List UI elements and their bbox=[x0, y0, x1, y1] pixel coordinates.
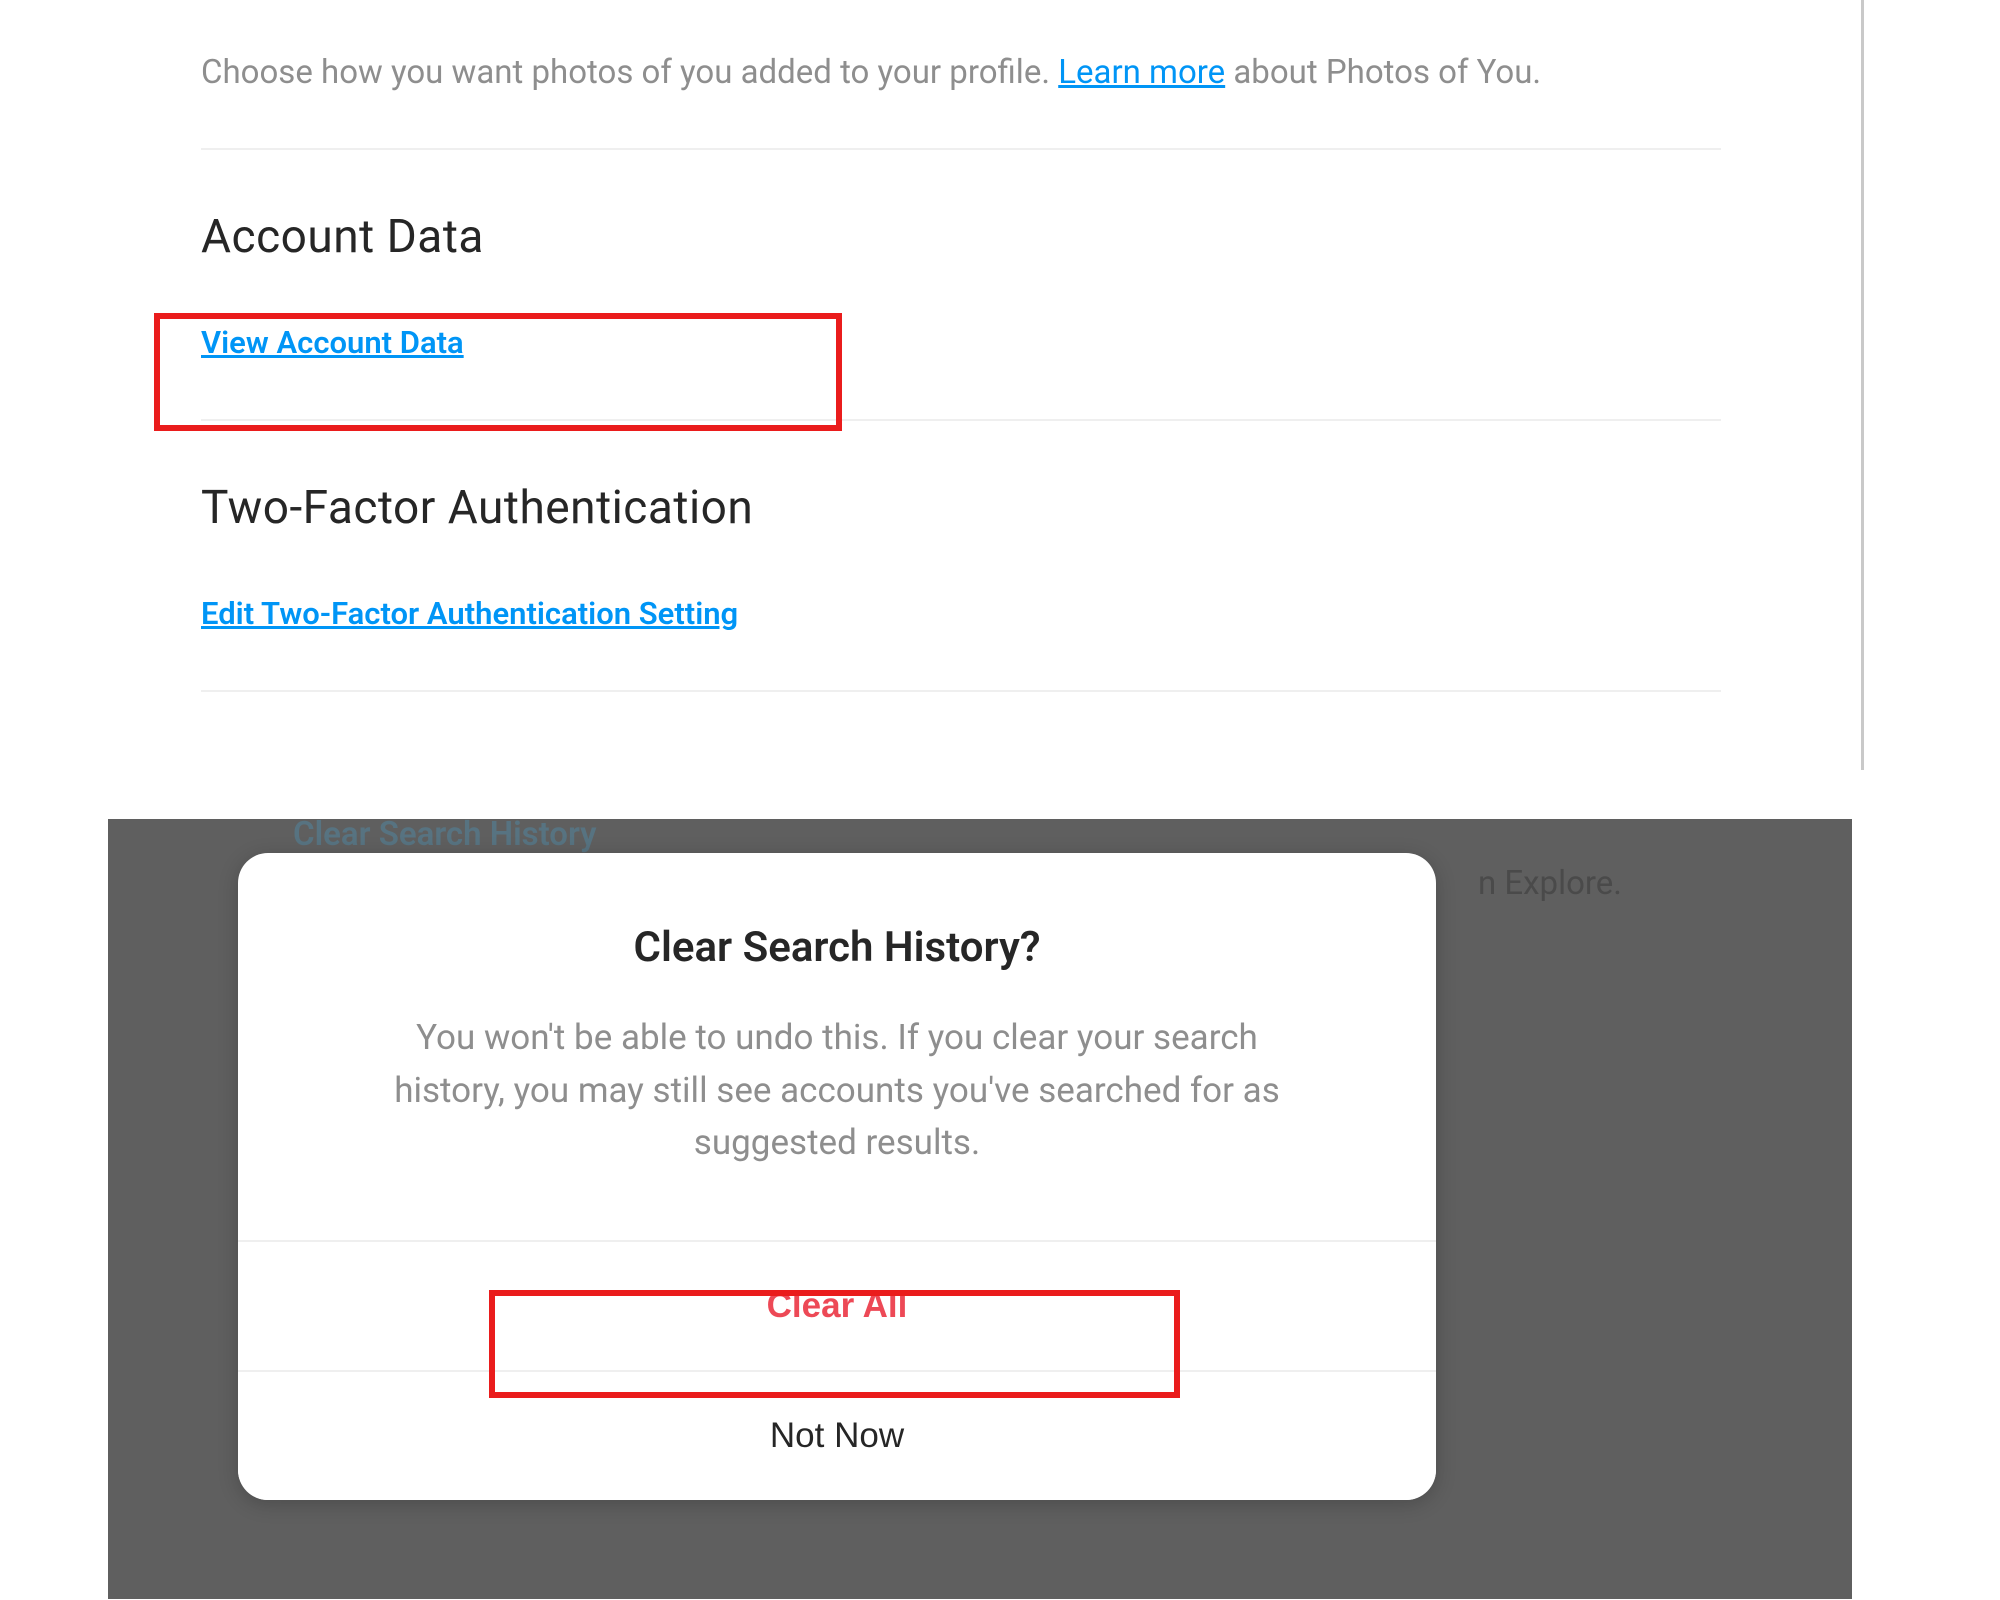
not-now-button[interactable]: Not Now bbox=[238, 1370, 1436, 1500]
explore-text-fragment: n Explore. bbox=[1478, 864, 1622, 903]
dialog-title: Clear Search History? bbox=[328, 923, 1346, 972]
dialog-body: Clear Search History? You won't be able … bbox=[238, 853, 1436, 1240]
clear-search-history-dialog: Clear Search History? You won't be able … bbox=[238, 853, 1436, 1500]
account-data-heading: Account Data bbox=[201, 210, 1721, 264]
clear-search-history-link[interactable]: Clear Search History bbox=[293, 815, 597, 854]
dialog-message: You won't be able to undo this. If you c… bbox=[377, 1012, 1297, 1170]
view-account-data-link[interactable]: View Account Data bbox=[201, 324, 464, 361]
desc-suffix: about Photos of You. bbox=[1225, 53, 1541, 92]
learn-more-link[interactable]: Learn more bbox=[1058, 53, 1225, 92]
divider bbox=[201, 148, 1721, 150]
modal-backdrop: Clear Search History n Explore. Clear Se… bbox=[108, 819, 1852, 1599]
settings-panel: Choose how you want photos of you added … bbox=[0, 0, 1915, 800]
desc-prefix: Choose how you want photos of you added … bbox=[201, 53, 1058, 92]
divider bbox=[201, 419, 1721, 421]
scroll-indicator bbox=[1861, 0, 1864, 770]
divider bbox=[201, 690, 1721, 692]
settings-content: Choose how you want photos of you added … bbox=[201, 50, 1721, 692]
edit-two-factor-link[interactable]: Edit Two-Factor Authentication Setting bbox=[201, 595, 738, 632]
two-factor-heading: Two-Factor Authentication bbox=[201, 481, 1721, 535]
clear-all-button[interactable]: Clear All bbox=[238, 1240, 1436, 1370]
photos-of-you-description: Choose how you want photos of you added … bbox=[201, 50, 1721, 96]
